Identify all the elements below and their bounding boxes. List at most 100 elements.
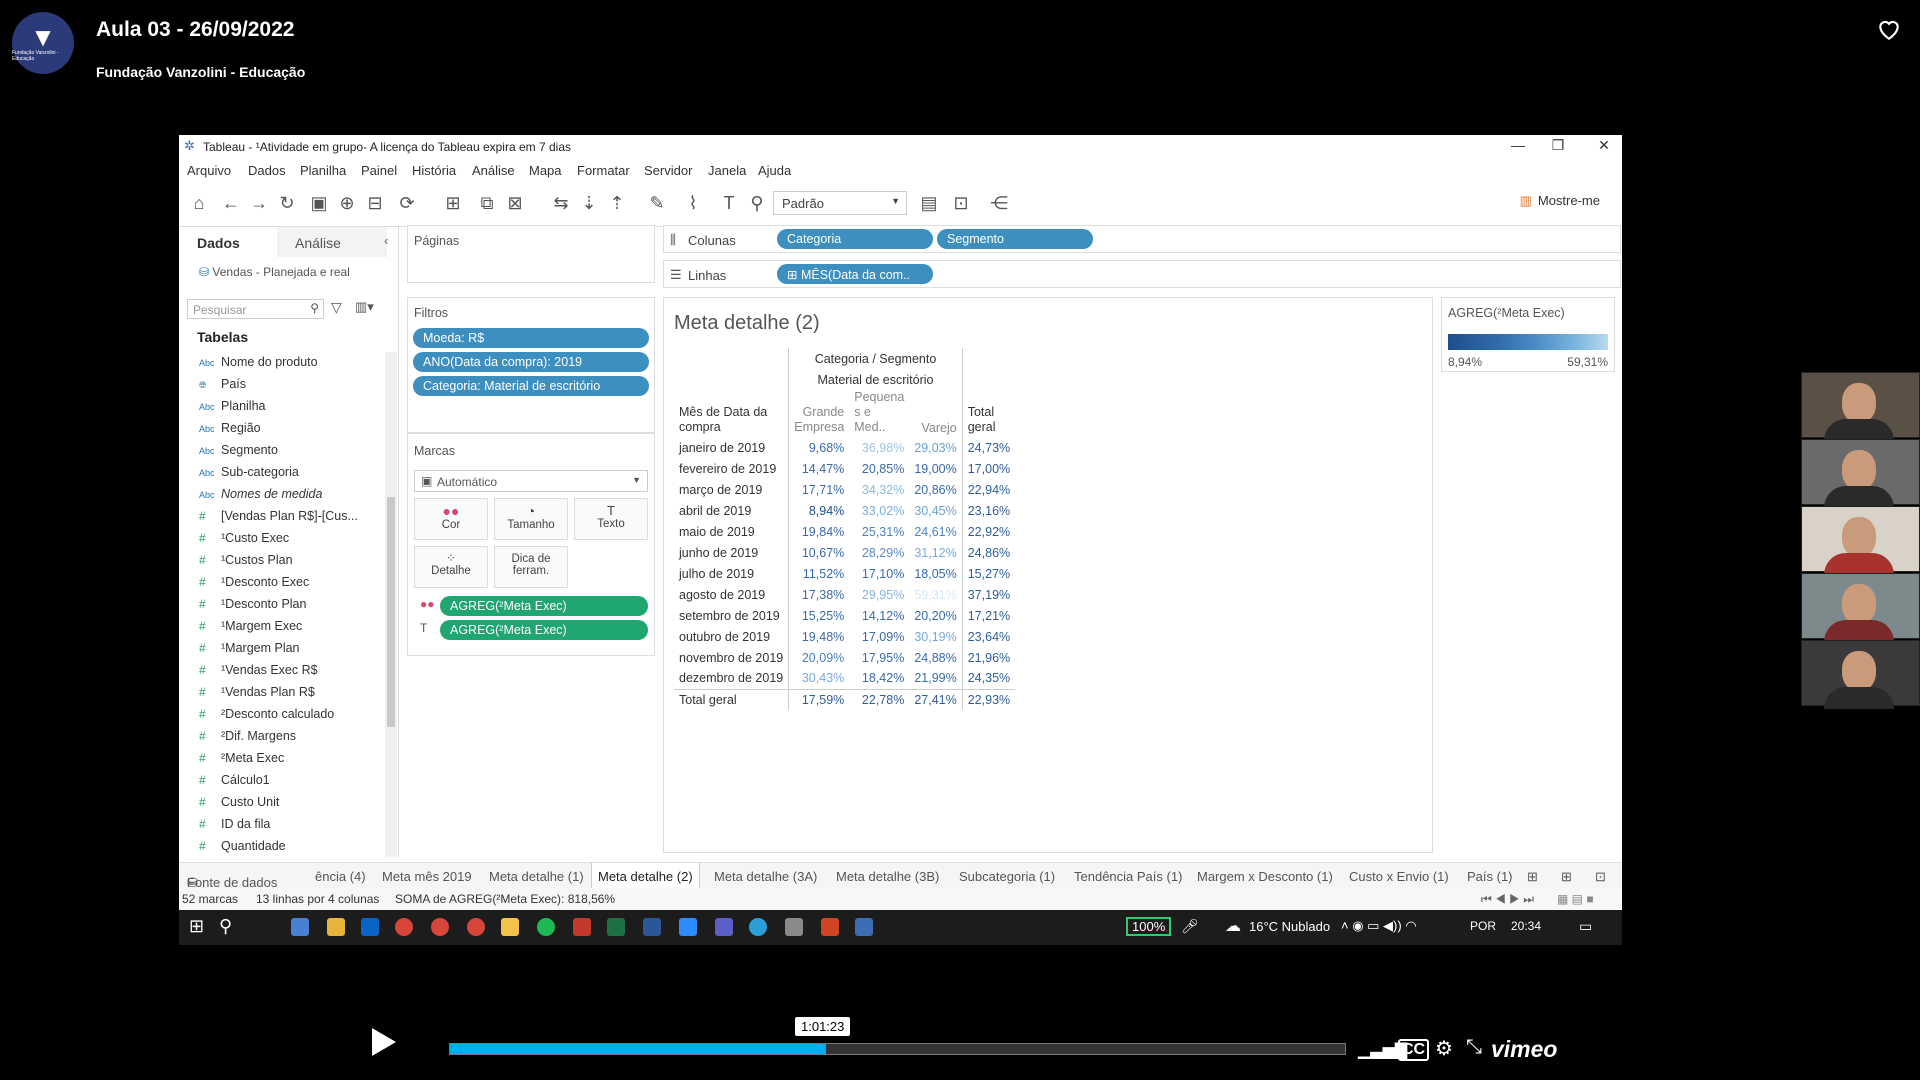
table-cell[interactable]: 25,31% bbox=[849, 521, 909, 542]
table-cell[interactable]: 30,19% bbox=[909, 626, 962, 647]
row-label[interactable]: novembro de 2019 bbox=[674, 647, 789, 668]
keyboard-app-icon[interactable] bbox=[291, 918, 309, 936]
table-cell[interactable]: 19,48% bbox=[788, 626, 850, 647]
menu-analise[interactable]: Análise bbox=[472, 163, 515, 178]
field-item[interactable]: Abc Nome do produto bbox=[199, 355, 318, 369]
mic-icon[interactable]: 🎤︎ bbox=[1181, 918, 1199, 935]
play-icon[interactable] bbox=[372, 1028, 396, 1056]
like-heart-icon[interactable] bbox=[1876, 16, 1902, 42]
sheet-view-icon[interactable]: ▦ ▤ ■ bbox=[1557, 892, 1594, 906]
table-cell[interactable]: 15,27% bbox=[961, 563, 1016, 584]
table-cell[interactable]: 20,20% bbox=[909, 605, 962, 626]
group-icon[interactable]: ⌇ bbox=[681, 191, 705, 215]
menu-dados[interactable]: Dados bbox=[248, 163, 286, 178]
table-cell[interactable]: 30,45% bbox=[909, 500, 962, 521]
teams-icon[interactable] bbox=[715, 918, 733, 936]
filter-icon[interactable]: ▽ bbox=[331, 299, 342, 316]
column-pill-categoria[interactable]: Categoria bbox=[777, 229, 933, 249]
save-icon[interactable]: ▣ bbox=[307, 191, 331, 215]
pause-updates-icon[interactable]: ⊟ bbox=[363, 191, 387, 215]
restore-icon[interactable]: ❐ bbox=[1543, 137, 1573, 157]
tab-analise[interactable]: Análise bbox=[277, 227, 387, 257]
weather-text[interactable]: 16°C Nublado bbox=[1249, 919, 1330, 934]
file-explorer-icon[interactable] bbox=[327, 918, 345, 936]
table-cell[interactable]: 17,71% bbox=[788, 479, 850, 500]
field-item[interactable]: # ID da fila bbox=[199, 817, 270, 831]
view-icon[interactable]: ▥▾ bbox=[355, 299, 374, 315]
outlook-icon[interactable] bbox=[361, 918, 379, 936]
field-item[interactable]: # ¹Margem Exec bbox=[199, 619, 302, 633]
field-item[interactable]: Abc Planilha bbox=[199, 399, 265, 413]
header-grande-empresa[interactable]: Grande Empresa bbox=[788, 390, 850, 437]
menu-painel[interactable]: Painel bbox=[361, 163, 397, 178]
search-input[interactable]: Pesquisar ⚲ bbox=[187, 299, 324, 319]
fit-select[interactable]: Padrão ▼ bbox=[773, 191, 907, 215]
tab-sheet[interactable]: Tendência País (1) bbox=[1074, 869, 1182, 884]
sort-desc-icon[interactable]: ⇡ bbox=[605, 191, 629, 215]
captions-icon[interactable]: CC bbox=[1398, 1039, 1430, 1061]
row-label[interactable]: janeiro de 2019 bbox=[674, 437, 789, 458]
tooltip-button[interactable]: Dica de ferram. bbox=[494, 546, 568, 588]
table-cell[interactable]: 11,52% bbox=[788, 563, 850, 584]
tableau-taskbar-icon[interactable] bbox=[855, 918, 873, 936]
menu-janela[interactable]: Janela bbox=[708, 163, 746, 178]
columns-shelf[interactable]: ⫼ Colunas Categoria Segmento bbox=[663, 225, 1621, 253]
field-item[interactable]: # ¹Desconto Exec bbox=[199, 575, 309, 589]
rows-shelf[interactable]: ☰ Linhas ⊞ MÊS(Data da com.. bbox=[663, 260, 1621, 288]
row-label[interactable]: maio de 2019 bbox=[674, 521, 789, 542]
table-cell[interactable]: 24,61% bbox=[909, 521, 962, 542]
field-item[interactable]: # ¹Margem Plan bbox=[199, 641, 300, 655]
participant-video[interactable] bbox=[1801, 573, 1920, 642]
zoom-level[interactable]: 100% bbox=[1126, 917, 1172, 936]
menu-planilha[interactable]: Planilha bbox=[300, 163, 346, 178]
field-item[interactable]: # ²Dif. Margens bbox=[199, 729, 296, 743]
table-cell[interactable]: 17,21% bbox=[961, 605, 1016, 626]
tab-dados[interactable]: Dados bbox=[179, 227, 277, 257]
chrome-icon[interactable] bbox=[431, 918, 449, 936]
field-item[interactable]: # [Vendas Plan R$]-[Cus... bbox=[199, 509, 358, 523]
field-item[interactable]: # ¹Vendas Exec R$ bbox=[199, 663, 318, 677]
field-item[interactable]: 🌐︎ País bbox=[199, 377, 246, 391]
swap-icon[interactable]: ⇆ bbox=[549, 191, 573, 215]
table-cell[interactable]: 36,98% bbox=[849, 437, 909, 458]
label-icon[interactable]: T bbox=[717, 191, 741, 215]
spotify-icon[interactable] bbox=[537, 918, 555, 936]
video-title[interactable]: Aula 03 - 26/09/2022 bbox=[96, 18, 294, 42]
table-cell[interactable]: 28,29% bbox=[849, 542, 909, 563]
worksheet-view[interactable]: Meta detalhe (2) Categoria / Segmento Ma… bbox=[663, 297, 1433, 853]
new-worksheet-icon[interactable]: ⊞ bbox=[441, 191, 465, 215]
show-cards-icon[interactable]: ▤ bbox=[917, 191, 941, 215]
mark-type-select[interactable]: ▣ Automático ▼ bbox=[414, 470, 648, 492]
table-cell[interactable]: 20,09% bbox=[788, 647, 850, 668]
tab-sheet-active[interactable]: Meta detalhe (2) bbox=[591, 863, 700, 889]
table-cell[interactable]: 20,85% bbox=[849, 458, 909, 479]
field-item[interactable]: # ¹Custos Plan bbox=[199, 553, 293, 567]
tab-sheet[interactable]: Subcategoria (1) bbox=[959, 869, 1055, 884]
row-label[interactable]: agosto de 2019 bbox=[674, 584, 789, 605]
table-cell[interactable]: 22,94% bbox=[961, 479, 1016, 500]
table-cell[interactable]: 30,43% bbox=[788, 668, 850, 689]
sheet-nav-icon[interactable]: ⏮ ◀ ▶ ⏭ bbox=[1481, 892, 1534, 907]
table-cell[interactable]: 27,41% bbox=[909, 689, 962, 710]
filters-card[interactable]: Filtros Moeda: R$ ANO(Data da compra): 2… bbox=[407, 297, 655, 433]
settings-gear-icon[interactable]: ⚙ bbox=[1435, 1036, 1453, 1061]
show-me-button[interactable]: ▥ Mostre-me bbox=[1520, 193, 1600, 209]
menu-servidor[interactable]: Servidor bbox=[644, 163, 692, 178]
tab-sheet[interactable]: Meta detalhe (3B) bbox=[836, 869, 939, 884]
redo-icon[interactable]: → bbox=[247, 191, 271, 215]
table-cell[interactable]: 10,67% bbox=[788, 542, 850, 563]
notifications-icon[interactable]: ▭ bbox=[1579, 918, 1592, 935]
collapse-icon[interactable]: ‹ bbox=[384, 233, 388, 248]
column-pill-segmento[interactable]: Segmento bbox=[937, 229, 1093, 249]
header-varejo[interactable]: Varejo bbox=[909, 390, 962, 437]
pin-icon[interactable]: ⚲ bbox=[745, 191, 769, 215]
duplicate-icon[interactable]: ⧉ bbox=[475, 191, 499, 215]
tray-icons[interactable]: ˄ ◉ ▭ ◀)) ◠ bbox=[1341, 918, 1417, 934]
table-cell[interactable]: 20,86% bbox=[909, 479, 962, 500]
row-label[interactable]: julho de 2019 bbox=[674, 563, 789, 584]
table-cell[interactable]: 14,47% bbox=[788, 458, 850, 479]
detail-button[interactable]: ⁘ Detalhe bbox=[414, 546, 488, 588]
participant-video[interactable] bbox=[1801, 372, 1920, 441]
table-cell[interactable]: 33,02% bbox=[849, 500, 909, 521]
table-cell[interactable]: 23,16% bbox=[961, 500, 1016, 521]
